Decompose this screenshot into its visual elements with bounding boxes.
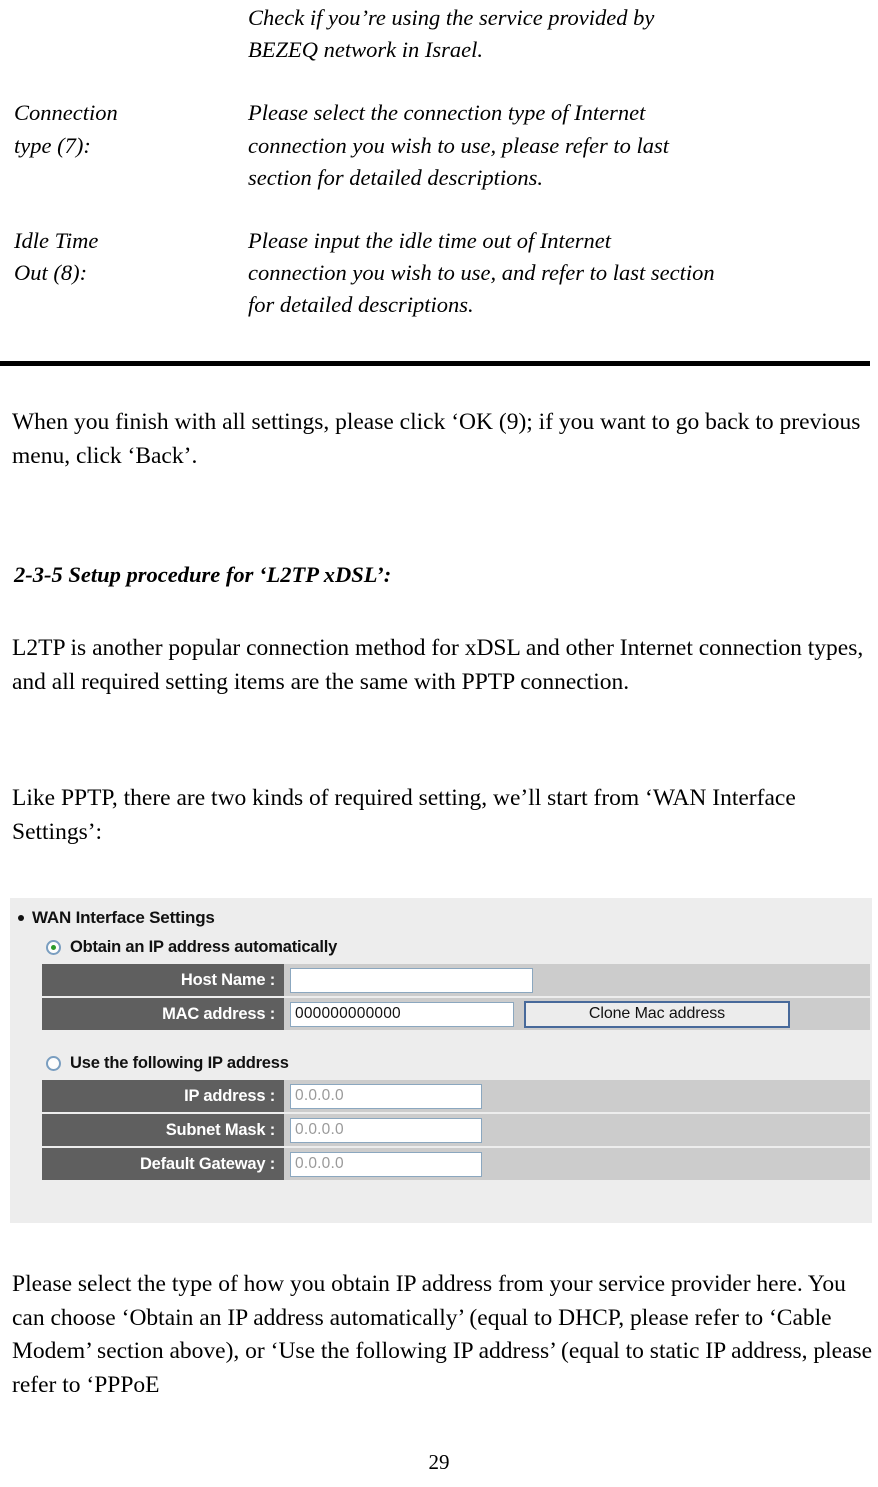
definition-term: Connection type (7): bbox=[14, 100, 118, 158]
radio-button-use-following-ip-icon[interactable] bbox=[46, 1056, 61, 1071]
value-mac-address: 000000000000 Clone Mac address bbox=[284, 998, 870, 1030]
label-default-gateway: Default Gateway : bbox=[42, 1148, 284, 1180]
definition-description: Please input the idle time out of Intern… bbox=[248, 228, 715, 318]
wan-interface-settings-title: WAN Interface Settings bbox=[32, 908, 215, 927]
table-row-ip-address: IP address : 0.0.0.0 bbox=[42, 1080, 870, 1112]
horizontal-rule bbox=[0, 361, 870, 366]
definition-term: Idle Time Out (8): bbox=[14, 228, 99, 286]
bullet-icon bbox=[18, 915, 24, 921]
table-row-mac-address: MAC address : 000000000000 Clone Mac add… bbox=[42, 998, 870, 1030]
table-row-default-gateway: Default Gateway : 0.0.0.0 bbox=[42, 1148, 870, 1180]
radio-button-obtain-auto-icon[interactable] bbox=[46, 940, 61, 955]
definition-row: Idle Time Out (8): Please input the idle… bbox=[0, 225, 878, 322]
value-default-gateway: 0.0.0.0 bbox=[284, 1148, 870, 1180]
default-gateway-input[interactable]: 0.0.0.0 bbox=[290, 1151, 482, 1177]
label-host-name: Host Name : bbox=[42, 964, 284, 996]
value-ip-address: 0.0.0.0 bbox=[284, 1080, 870, 1112]
router-wan-interface-screenshot: WAN Interface Settings Obtain an IP addr… bbox=[10, 898, 872, 1223]
radio-label-use-following-ip: Use the following IP address bbox=[70, 1054, 289, 1072]
mac-address-input[interactable]: 000000000000 bbox=[290, 1001, 514, 1027]
definition-description: Check if you’re using the service provid… bbox=[248, 5, 655, 63]
clone-mac-address-button[interactable]: Clone Mac address bbox=[524, 1000, 790, 1028]
label-mac-address: MAC address : bbox=[42, 998, 284, 1030]
definition-list: Check if you’re using the service provid… bbox=[0, 0, 878, 322]
page-number: 29 bbox=[428, 1450, 450, 1474]
label-subnet-mask: Subnet Mask : bbox=[42, 1114, 284, 1146]
subnet-mask-input[interactable]: 0.0.0.0 bbox=[290, 1117, 482, 1143]
host-name-input[interactable] bbox=[290, 967, 533, 993]
radio-label-obtain-auto: Obtain an IP address automatically bbox=[70, 938, 338, 956]
paragraph-ok-back: When you finish with all settings, pleas… bbox=[12, 409, 861, 469]
paragraph-select-ip-type: Please select the type of how you obtain… bbox=[12, 1271, 873, 1398]
radio-option-obtain-auto[interactable]: Obtain an IP address automatically bbox=[46, 938, 337, 957]
section-heading-2-3-5: 2-3-5 Setup procedure for ‘L2TP xDSL’: bbox=[14, 562, 392, 587]
definition-row: Connection type (7): Please select the c… bbox=[0, 97, 878, 194]
static-ip-settings-table: IP address : 0.0.0.0 Subnet Mask : 0.0.0… bbox=[42, 1080, 870, 1182]
label-ip-address: IP address : bbox=[42, 1080, 284, 1112]
value-host-name bbox=[284, 964, 870, 996]
definition-description: Please select the connection type of Int… bbox=[248, 100, 669, 190]
definition-row: Check if you’re using the service provid… bbox=[0, 0, 878, 66]
ip-address-input[interactable]: 0.0.0.0 bbox=[290, 1083, 482, 1109]
paragraph-like-pptp: Like PPTP, there are two kinds of requir… bbox=[12, 785, 796, 845]
value-subnet-mask: 0.0.0.0 bbox=[284, 1114, 870, 1146]
radio-option-use-following-ip[interactable]: Use the following IP address bbox=[46, 1054, 289, 1073]
auto-settings-table: Host Name : MAC address : 000000000000 C… bbox=[42, 964, 870, 1032]
table-row-subnet-mask: Subnet Mask : 0.0.0.0 bbox=[42, 1114, 870, 1146]
paragraph-l2tp-intro: L2TP is another popular connection metho… bbox=[12, 635, 864, 695]
table-row-host-name: Host Name : bbox=[42, 964, 870, 996]
